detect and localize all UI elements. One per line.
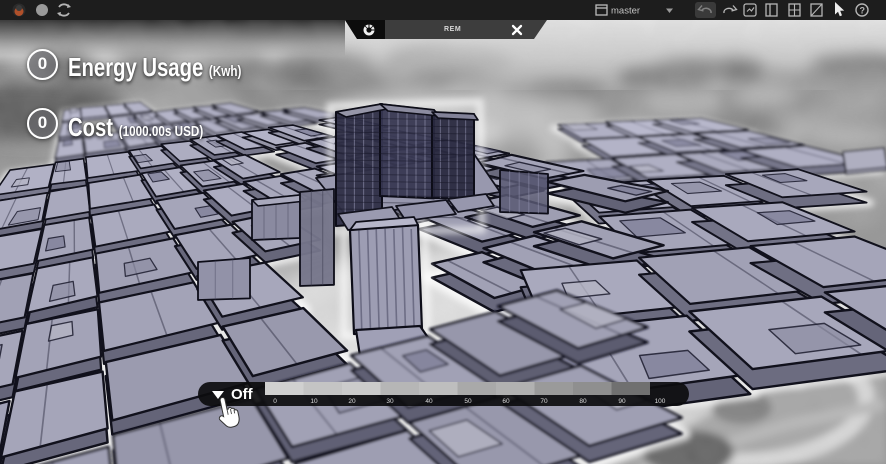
svg-text:?: ?: [860, 6, 866, 16]
svg-text:master: master: [611, 6, 640, 17]
